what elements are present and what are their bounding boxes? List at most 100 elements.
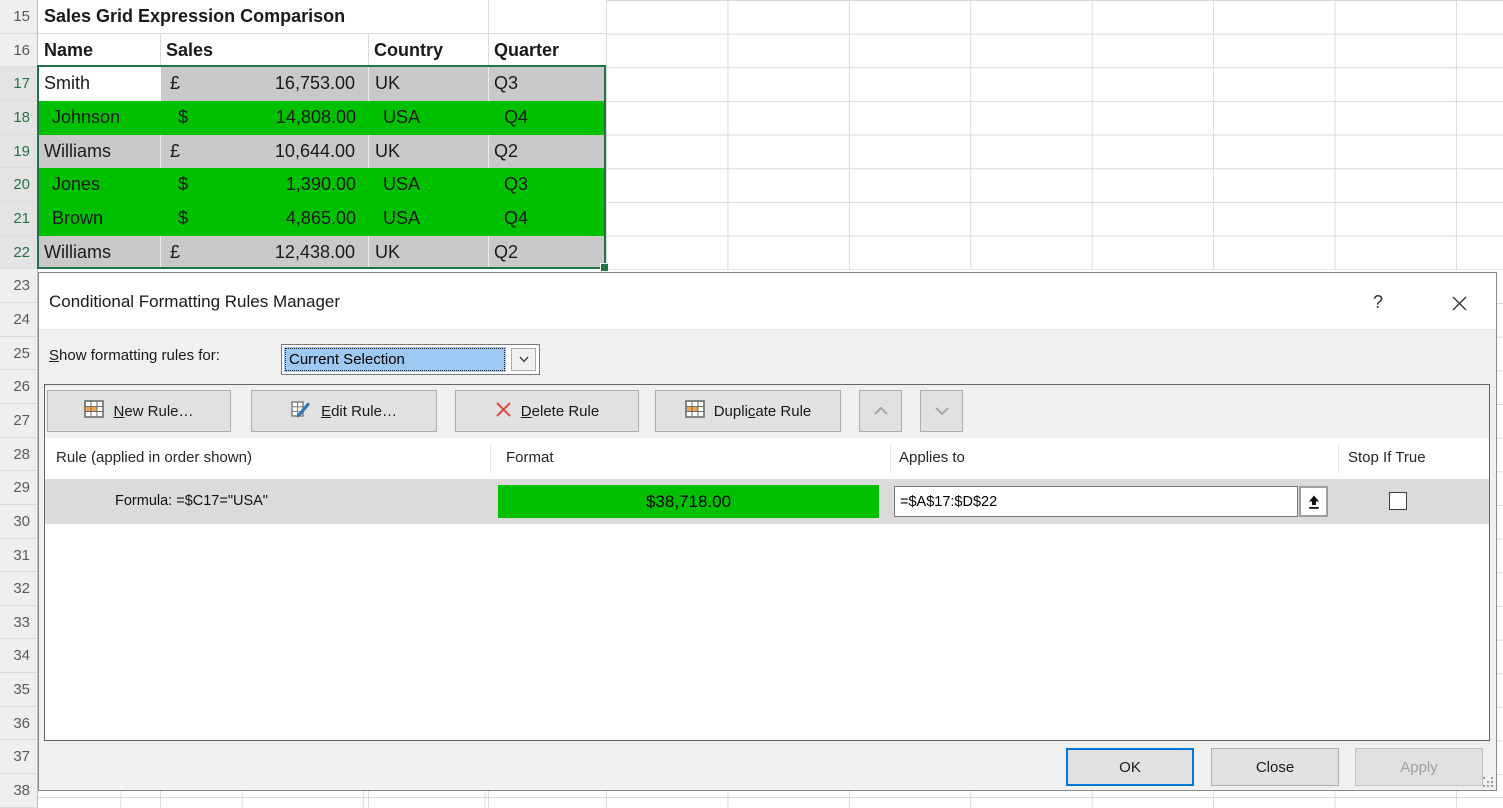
cell-name[interactable]: Jones — [39, 168, 161, 202]
applies-to-input[interactable] — [894, 486, 1298, 517]
dialog-titlebar[interactable]: Conditional Formatting Rules Manager ? — [39, 273, 1496, 330]
cell-sales[interactable]: $14,808.00 — [161, 101, 369, 135]
delete-rule-button[interactable]: Delete Rule — [455, 390, 639, 432]
cell-country[interactable]: UK — [369, 236, 489, 270]
amount: 16,753.00 — [161, 67, 368, 101]
new-rule-grid-icon — [84, 400, 104, 422]
col-header-sales[interactable]: Sales — [161, 34, 369, 68]
duplicate-rule-button[interactable]: Duplicate Rule — [655, 390, 841, 432]
gridline — [160, 791, 161, 808]
header-format: Format — [506, 449, 554, 466]
amount: 1,390.00 — [161, 168, 369, 202]
row-header-34[interactable]: 34 — [0, 639, 37, 673]
dropdown-selected-value: Current Selection — [284, 347, 506, 372]
ok-button[interactable]: OK — [1066, 748, 1194, 786]
rule-format-preview: $38,718.00 — [498, 485, 879, 518]
collapse-dialog-icon[interactable] — [1299, 486, 1328, 517]
row-header-30[interactable]: 30 — [0, 505, 37, 539]
close-icon[interactable] — [1444, 290, 1474, 316]
row-header-21[interactable]: 21 — [0, 202, 37, 236]
table-row-18: Johnson $14,808.00 USA Q4 — [39, 101, 606, 135]
conditional-formatting-rules-manager-dialog: Conditional Formatting Rules Manager ? S… — [38, 272, 1497, 791]
cell-country[interactable]: USA — [369, 168, 489, 202]
show-rules-dropdown[interactable]: Current Selection — [281, 344, 540, 375]
col-header-quarter[interactable]: Quarter — [489, 34, 606, 68]
row-header-24[interactable]: 24 — [0, 303, 37, 337]
sheet-title-cell[interactable]: Sales Grid Expression Comparison — [44, 0, 345, 34]
row-header-28[interactable]: 28 — [0, 438, 37, 472]
table-row-19: Williams £10,644.00 UK Q2 — [39, 135, 606, 169]
cell-quarter[interactable]: Q3 — [489, 168, 606, 202]
cell-country[interactable]: USA — [369, 101, 489, 135]
rules-toolbar: New Rule… Edit Rule… Delete Rule Duplica… — [45, 385, 1489, 438]
delete-x-icon — [495, 401, 512, 422]
header-stop-if-true: Stop If True — [1348, 449, 1426, 466]
gridlines-right-edge — [1497, 272, 1503, 808]
cell-country[interactable]: USA — [369, 202, 489, 236]
row-header-29[interactable]: 29 — [0, 471, 37, 505]
cell-sales[interactable]: £10,644.00 — [161, 135, 369, 169]
row-header-19[interactable]: 19 — [0, 135, 37, 169]
new-rule-button[interactable]: New Rule… — [47, 390, 231, 432]
row-header-38[interactable]: 38 — [0, 774, 37, 808]
table-row-20: Jones $1,390.00 USA Q3 — [39, 168, 606, 202]
cell-quarter[interactable]: Q2 — [489, 135, 606, 169]
amount: 12,438.00 — [161, 236, 368, 270]
apply-button[interactable]: Apply — [1355, 748, 1483, 786]
row-header-23[interactable]: 23 — [0, 269, 37, 303]
row-header-16[interactable]: 16 — [0, 34, 37, 68]
row-header-22[interactable]: 22 — [0, 236, 37, 270]
row-header-column: 1516171819202122232425262728293031323334… — [0, 0, 38, 808]
close-button[interactable]: Close — [1211, 748, 1339, 786]
row-header-31[interactable]: 31 — [0, 539, 37, 573]
currency-symbol: $ — [178, 202, 188, 236]
row-header-25[interactable]: 25 — [0, 337, 37, 371]
amount: 14,808.00 — [161, 101, 369, 135]
col-header-country[interactable]: Country — [369, 34, 489, 68]
cell-sales[interactable]: $4,865.00 — [161, 202, 369, 236]
move-rule-up-button[interactable] — [859, 390, 902, 432]
gridlines-bottom — [38, 791, 1503, 808]
row-header-36[interactable]: 36 — [0, 707, 37, 741]
rule-formula-label: Formula: =$C17="USA" — [115, 479, 268, 524]
cell-sales[interactable]: £16,753.00 — [161, 67, 369, 101]
table-row-17: Smith £16,753.00 UK Q3 — [39, 67, 606, 101]
cell-sales[interactable]: £12,438.00 — [161, 236, 369, 270]
row-header-37[interactable]: 37 — [0, 740, 37, 774]
rule-list-item[interactable]: Formula: =$C17="USA" $38,718.00 — [45, 479, 1489, 524]
cell-name[interactable]: Johnson — [39, 101, 161, 135]
row-header-17[interactable]: 17 — [0, 67, 37, 101]
duplicate-grid-icon — [685, 400, 705, 422]
edit-rule-button[interactable]: Edit Rule… — [251, 390, 437, 432]
cell-country[interactable]: UK — [369, 67, 489, 101]
excel-window: 1516171819202122232425262728293031323334… — [0, 0, 1503, 808]
col-header-name[interactable]: Name — [39, 34, 161, 68]
move-rule-down-button[interactable] — [920, 390, 963, 432]
resize-grip[interactable] — [1483, 777, 1495, 789]
cell-name[interactable]: Williams — [39, 135, 161, 169]
row-header-32[interactable]: 32 — [0, 572, 37, 606]
cell-quarter[interactable]: Q2 — [489, 236, 606, 270]
row-header-26[interactable]: 26 — [0, 370, 37, 404]
cell-name[interactable]: Smith — [39, 67, 161, 101]
chevron-down-icon[interactable] — [511, 348, 536, 371]
cell-name[interactable]: Brown — [39, 202, 161, 236]
column-separator — [890, 445, 891, 473]
cell-quarter[interactable]: Q3 — [489, 67, 606, 101]
cell-quarter[interactable]: Q4 — [489, 202, 606, 236]
row-header-33[interactable]: 33 — [0, 606, 37, 640]
cell-name[interactable]: Williams — [39, 236, 161, 270]
data-rows: Smith £16,753.00 UK Q3 Johnson $14,808.0… — [39, 67, 606, 269]
row-header-27[interactable]: 27 — [0, 404, 37, 438]
cell-quarter[interactable]: Q4 — [489, 101, 606, 135]
gridlines-right — [606, 0, 1503, 270]
row-header-20[interactable]: 20 — [0, 168, 37, 202]
cell-country[interactable]: UK — [369, 135, 489, 169]
currency-symbol: £ — [170, 67, 180, 101]
row-header-18[interactable]: 18 — [0, 101, 37, 135]
help-icon[interactable]: ? — [1365, 290, 1391, 316]
cell-sales[interactable]: $1,390.00 — [161, 168, 369, 202]
row-header-15[interactable]: 15 — [0, 0, 37, 34]
stop-if-true-checkbox[interactable] — [1389, 492, 1407, 510]
row-header-35[interactable]: 35 — [0, 673, 37, 707]
